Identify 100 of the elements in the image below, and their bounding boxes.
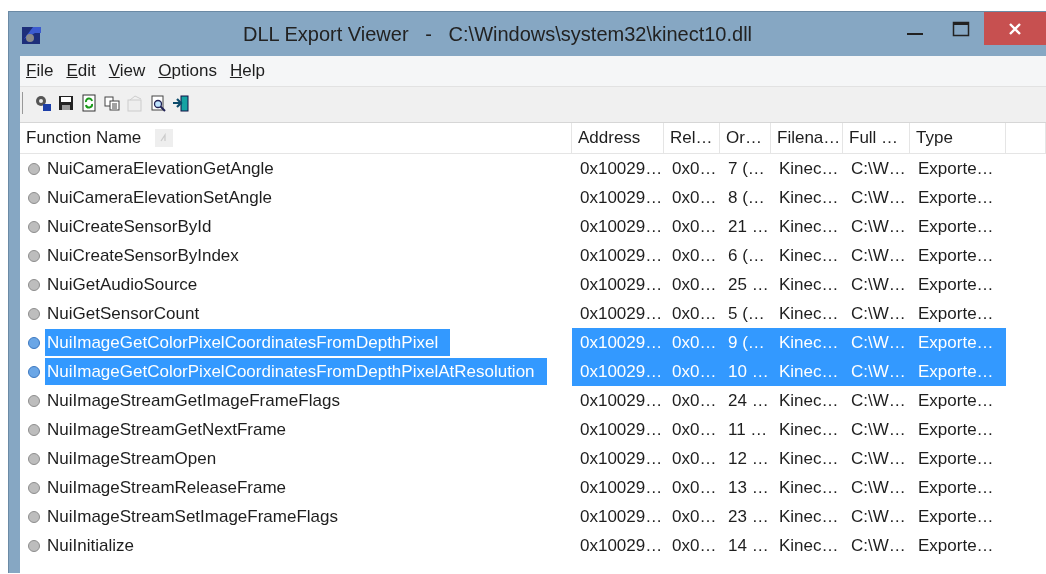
table-cell: 5 (…: [728, 303, 765, 324]
menu-item[interactable]: View: [108, 61, 146, 81]
table-cell: 0x0…: [672, 419, 717, 440]
table-cell: NuiImageGetColorPixelCoordinatesFromDepthPixelAtResolution: [45, 358, 547, 385]
refresh-icon[interactable]: [80, 93, 98, 112]
table-cell: C:\W…: [851, 477, 906, 498]
close-icon: [1007, 20, 1023, 37]
table-cell: Exporte…: [918, 506, 994, 527]
table-cell: 0x10029…: [580, 332, 663, 353]
table-cell: 0x10029…: [580, 158, 663, 179]
table-cell: NuiImageGetColorPixelCoordinatesFromDepthPixel: [45, 329, 451, 356]
column-header[interactable]: Filena…: [771, 123, 843, 153]
table-cell: Exporte…: [918, 419, 994, 440]
table-cell: Kinec…: [779, 535, 839, 556]
table-cell: C:\W…: [851, 419, 906, 440]
table-cell: 0x10029…: [580, 245, 663, 266]
close-button[interactable]: [984, 12, 1046, 45]
bullet-icon: [28, 365, 40, 378]
table-row[interactable]: NuiGetAudioSource 0x10029… 0x0… 25 … Kinec… C:\W… Exporte…: [20, 270, 1006, 299]
table-cell: Exporte…: [918, 332, 994, 353]
table-cell: NuiImageStreamGetImageFrameFlags: [47, 390, 340, 411]
table-row[interactable]: NuiCreateSensorByIndex 0x10029… 0x0… 6 (… Kinec… C:\W… Exporte…: [20, 241, 1006, 270]
table-cell: 0x10029…: [580, 303, 663, 324]
menu-item[interactable]: File: [26, 61, 54, 81]
table-cell: 13 …: [728, 477, 769, 498]
column-header[interactable]: Full …: [843, 123, 910, 153]
maximize-icon: [952, 20, 970, 37]
table-cell: C:\W…: [851, 448, 906, 469]
table-cell: 7 (…: [728, 158, 765, 179]
table-cell: Exporte…: [918, 245, 994, 266]
table-cell: NuiGetSensorCount: [47, 303, 200, 324]
table-cell: C:\W…: [851, 535, 906, 556]
table-row[interactable]: NuiCreateSensorById 0x10029… 0x0… 21 … Kinec… C:\W… Exporte…: [20, 212, 1006, 241]
table-cell: C:\W…: [851, 506, 906, 527]
table-cell: 0x10029…: [580, 390, 663, 411]
table-cell: Kinec…: [779, 158, 839, 179]
column-header[interactable]: Type: [910, 123, 1006, 153]
bullet-icon: [28, 452, 40, 465]
table-row[interactable]: NuiImageStreamReleaseFrame 0x10029… 0x0… 13 … Kinec… C:\W… Exporte…: [20, 473, 1006, 502]
table-row[interactable]: NuiGetSensorCount 0x10029… 0x0… 5 (… Kinec… C:\W… Exporte…: [20, 299, 1006, 328]
bullet-icon: [28, 539, 40, 552]
table-row[interactable]: NuiImageStreamGetNextFrame 0x10029… 0x0… 11 … Kinec… C:\W… Exporte…: [20, 415, 1006, 444]
table-cell: 0x0…: [672, 506, 717, 527]
table-cell: Exporte…: [918, 448, 994, 469]
bullet-icon: [28, 278, 40, 291]
table-cell: NuiImageStreamSetImageFrameFlags: [47, 506, 338, 527]
copy-icon[interactable]: [103, 93, 121, 112]
column-header[interactable]: Rel…: [664, 123, 720, 153]
table-row[interactable]: NuiCameraElevationSetAngle 0x10029… 0x0… 8 (… Kinec… C:\W… Exporte…: [20, 183, 1006, 212]
table-cell: Kinec…: [779, 187, 839, 208]
table-cell: 0x10029…: [580, 419, 663, 440]
table-cell: 25 …: [728, 274, 769, 295]
column-header[interactable]: Or…: [720, 123, 771, 153]
table-cell: 12 …: [728, 448, 769, 469]
table-cell: 0x0…: [672, 535, 717, 556]
table-cell: Kinec…: [779, 216, 839, 237]
table-cell: 6 (…: [728, 245, 765, 266]
bullet-icon: [28, 394, 40, 407]
table-cell: 11 …: [728, 419, 768, 440]
table-row[interactable]: NuiImageStreamSetImageFrameFlags 0x10029… 0x0… 23 … Kinec… C:\W… Exporte…: [20, 502, 1006, 531]
menu-item[interactable]: Edit: [66, 61, 96, 81]
table-cell: Kinec…: [779, 332, 839, 353]
table-row[interactable]: NuiImageStreamOpen 0x10029… 0x0… 12 … Kinec… C:\W… Exporte…: [20, 444, 1006, 473]
table-cell: Kinec…: [779, 303, 839, 324]
table-cell: 0x0…: [672, 448, 717, 469]
magnifier-icon[interactable]: [149, 93, 167, 112]
table-cell: Kinec…: [779, 361, 839, 382]
table-cell: C:\W…: [851, 390, 906, 411]
table-cell: C:\W…: [851, 216, 906, 237]
table-cell: Exporte…: [918, 216, 994, 237]
menu-item[interactable]: Options: [158, 61, 217, 81]
table-cell: Exporte…: [918, 535, 994, 556]
column-header[interactable]: Address: [572, 123, 664, 153]
table-cell: NuiImageStreamOpen: [47, 448, 217, 469]
table-cell: 0x10029…: [580, 535, 663, 556]
table-cell: NuiImageStreamGetNextFrame: [47, 419, 287, 440]
table-cell: Exporte…: [918, 390, 994, 411]
column-header[interactable]: Function Name: [20, 123, 572, 153]
menu-item[interactable]: Help: [229, 61, 265, 81]
table-row[interactable]: NuiCameraElevationGetAngle 0x10029… 0x0… 7 (… Kinec… C:\W… Exporte…: [20, 154, 1006, 183]
table-cell: C:\W…: [851, 158, 906, 179]
table-row[interactable]: NuiInitialize 0x10029… 0x0… 14 … Kinec… C:\W… Exporte…: [20, 531, 1006, 560]
table-cell: 10 …: [728, 361, 769, 382]
bullet-icon: [28, 220, 40, 233]
bullet-icon: [28, 336, 40, 349]
table-row[interactable]: NuiImageStreamGetImageFrameFlags 0x10029… 0x0… 24 … Kinec… C:\W… Exporte…: [20, 386, 1006, 415]
table-cell: NuiInitialize: [47, 535, 134, 556]
bullet-icon: [28, 481, 40, 494]
table-cell: Kinec…: [779, 390, 839, 411]
table-cell: Kinec…: [779, 477, 839, 498]
table-cell: Exporte…: [918, 187, 994, 208]
door-exit-icon[interactable]: [172, 93, 190, 112]
table-cell: 0x0…: [672, 274, 717, 295]
table-cell: 24 …: [728, 390, 769, 411]
table-cell: 0x0…: [672, 390, 717, 411]
table-cell: Kinec…: [779, 245, 839, 266]
table-cell: C:\W…: [851, 274, 906, 295]
table-cell: 0x0…: [672, 187, 717, 208]
table-cell: NuiCameraElevationGetAngle: [47, 158, 274, 179]
table-cell: NuiCameraElevationSetAngle: [47, 187, 272, 208]
